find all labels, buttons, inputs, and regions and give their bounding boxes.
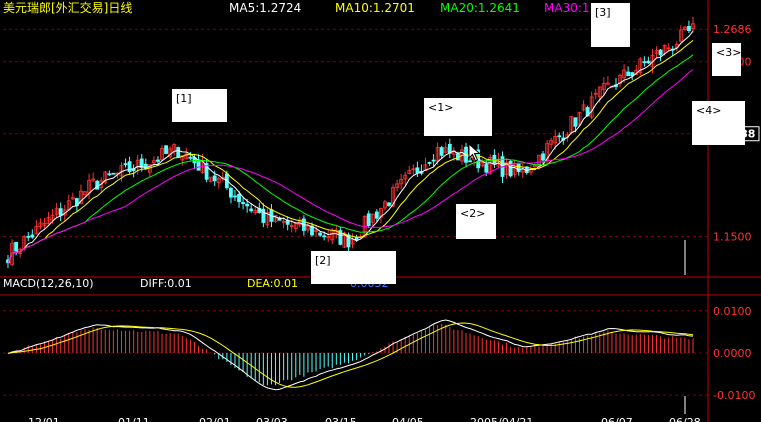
- candle-body: [366, 213, 371, 226]
- macd-histogram: [7, 323, 694, 386]
- date-tick-label: 12/01: [28, 416, 60, 422]
- macd-title: MACD(12,26,10): [3, 277, 94, 290]
- ma5-line: [7, 30, 694, 263]
- dea-line: [7, 322, 694, 388]
- candle-body: [237, 193, 241, 203]
- moving-average-lines: [7, 30, 694, 263]
- candle-body: [322, 235, 327, 238]
- dea-label: DEA:0.01: [247, 277, 298, 290]
- macd-tick-label: -0.0100: [713, 389, 755, 402]
- candle-body: [26, 235, 31, 238]
- candle-body: [508, 160, 513, 177]
- ma20-line: [7, 54, 694, 263]
- date-tick-label: 03/15: [325, 416, 357, 422]
- candle-body: [188, 156, 193, 159]
- candle-body: [687, 26, 691, 32]
- stock-chart: 1.26861.25001.20881.15000.01000.0000-0.0…: [0, 0, 761, 422]
- axis-tick-labels: 1.26861.25001.20881.15000.01000.0000-0.0…: [28, 23, 760, 422]
- candle-body: [176, 147, 181, 158]
- mouse-cursor-icon: [468, 143, 481, 162]
- date-tick-label: 03/03: [256, 416, 288, 422]
- candle-body: [626, 71, 631, 77]
- annotation-4: <4>: [692, 101, 745, 145]
- date-tick-label: 01/11: [118, 416, 150, 422]
- macd-tick-label: 0.0000: [713, 347, 752, 360]
- candle-body: [557, 135, 562, 138]
- candle-body: [58, 208, 63, 216]
- candle-body: [156, 159, 160, 162]
- diff-label: DIFF:0.01: [140, 277, 192, 290]
- candle-body: [415, 167, 420, 174]
- date-tick-label: 06/28: [669, 416, 701, 422]
- candle-body: [249, 208, 254, 212]
- candle-body: [245, 203, 250, 207]
- candle-body: [427, 162, 432, 164]
- date-tick-label: 06/07: [601, 416, 633, 422]
- candle-body: [431, 159, 436, 162]
- date-tick-label: 02/01: [199, 416, 231, 422]
- callout-2: [2]: [311, 251, 396, 284]
- macd-tick-label: 0.0100: [713, 305, 752, 318]
- annotation-3: <3>: [712, 43, 741, 76]
- annotation-2: <2>: [456, 204, 496, 239]
- ma20-label: MA20:1.2641: [440, 1, 520, 15]
- date-tick-label: 2005/04/21: [470, 416, 533, 422]
- candle-body: [484, 164, 489, 173]
- macd-lines: [7, 319, 694, 391]
- candle-body: [541, 153, 545, 161]
- candle-body: [123, 163, 128, 165]
- candle-body: [107, 173, 112, 176]
- price-tick-label: 1.2686: [713, 23, 752, 36]
- candle-body: [164, 145, 168, 154]
- candle-body: [573, 117, 578, 127]
- candle-body: [439, 147, 444, 156]
- callout-1: [1]: [172, 89, 227, 122]
- candle-body: [658, 49, 663, 56]
- candle-body: [241, 202, 245, 205]
- candle-body: [646, 60, 651, 64]
- ma10-label: MA10:1.2701: [335, 1, 415, 15]
- price-tick-label: 1.1500: [713, 231, 752, 244]
- candle-body: [318, 232, 323, 236]
- candle-body: [374, 211, 379, 219]
- diff-line: [7, 319, 694, 391]
- candle-body: [212, 175, 217, 182]
- candle-body: [233, 195, 237, 198]
- callout-3: [3]: [591, 3, 630, 47]
- ma5-label: MA5:1.2724: [229, 1, 301, 15]
- candle-body: [387, 202, 391, 206]
- candle-body: [111, 172, 116, 175]
- candle-body: [642, 61, 647, 64]
- candle-body: [14, 241, 19, 252]
- candle-body: [139, 158, 144, 168]
- candle-body: [229, 187, 233, 198]
- candle-body: [354, 237, 359, 241]
- candle-body: [30, 234, 35, 238]
- annotation-1: <1>: [424, 98, 492, 136]
- date-tick-label: 04/05: [392, 416, 424, 422]
- chart-title: 美元瑞郎[外汇交易]日线: [3, 0, 132, 15]
- candle-body: [196, 159, 201, 171]
